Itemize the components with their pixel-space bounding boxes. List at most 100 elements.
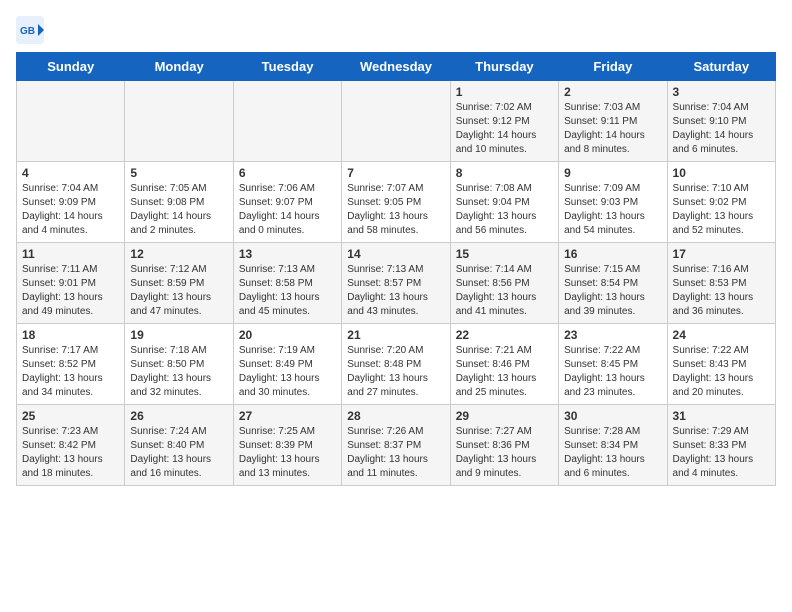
day-number: 2 [564, 85, 661, 99]
calendar-cell: 31 Sunrise: 7:29 AM Sunset: 8:33 PM Dayli… [667, 405, 775, 486]
calendar-cell: 24Sunrise: 7:22 AM Sunset: 8:43 PM Dayli… [667, 324, 775, 405]
calendar-cell: 1 Sunrise: 7:02 AM Sunset: 9:12 PM Daylig… [450, 81, 558, 162]
calendar-cell: 22Sunrise: 7:21 AM Sunset: 8:46 PM Dayli… [450, 324, 558, 405]
calendar-cell: 23 Sunrise: 7:22 AM Sunset: 8:45 PM Dayli… [559, 324, 667, 405]
cell-text: Sunrise: 7:20 AM Sunset: 8:48 PM Dayligh… [347, 344, 444, 400]
calendar-cell: 13 Sunrise: 7:13 AM Sunset: 8:58 PM Dayli… [233, 243, 341, 324]
cell-text: Sunrise: 7:04 AM Sunset: 9:09 PM Dayligh… [22, 182, 119, 238]
logo-icon: GB [16, 16, 44, 44]
cell-text: Sunrise: 7:13 AM Sunset: 8:57 PM Dayligh… [347, 263, 444, 319]
day-number: 22 [456, 328, 553, 342]
col-header-sunday: Sunday [17, 53, 125, 81]
cell-text: Sunrise: 7:29 AM Sunset: 8:33 PM Dayligh… [673, 425, 770, 481]
cell-text: Sunrise: 7:24 AM Sunset: 8:40 PM Dayligh… [130, 425, 227, 481]
calendar-cell: 25 Sunrise: 7:23 AM Sunset: 8:42 PM Dayli… [17, 405, 125, 486]
cell-text: Sunrise: 7:05 AM Sunset: 9:08 PM Dayligh… [130, 182, 227, 238]
day-number: 3 [673, 85, 770, 99]
calendar-cell: 9 Sunrise: 7:09 AM Sunset: 9:03 PM Daylig… [559, 162, 667, 243]
cell-text: Sunrise: 7:16 AM Sunset: 8:53 PM Dayligh… [673, 263, 770, 319]
calendar-cell: 2Sunrise: 7:03 AM Sunset: 9:11 PM Daylig… [559, 81, 667, 162]
calendar-cell: 27 Sunrise: 7:25 AM Sunset: 8:39 PM Dayli… [233, 405, 341, 486]
col-header-tuesday: Tuesday [233, 53, 341, 81]
calendar-cell: 11 Sunrise: 7:11 AM Sunset: 9:01 PM Dayli… [17, 243, 125, 324]
calendar-cell: 8Sunrise: 7:08 AM Sunset: 9:04 PM Daylig… [450, 162, 558, 243]
calendar-week-row: 11 Sunrise: 7:11 AM Sunset: 9:01 PM Dayli… [17, 243, 776, 324]
cell-text: Sunrise: 7:10 AM Sunset: 9:02 PM Dayligh… [673, 182, 770, 238]
col-header-monday: Monday [125, 53, 233, 81]
day-number: 13 [239, 247, 336, 261]
calendar-cell: 15 Sunrise: 7:14 AM Sunset: 8:56 PM Dayli… [450, 243, 558, 324]
day-number: 28 [347, 409, 444, 423]
cell-text: Sunrise: 7:09 AM Sunset: 9:03 PM Dayligh… [564, 182, 661, 238]
day-number: 30 [564, 409, 661, 423]
calendar-cell: 4 Sunrise: 7:04 AM Sunset: 9:09 PM Daylig… [17, 162, 125, 243]
cell-text: Sunrise: 7:19 AM Sunset: 8:49 PM Dayligh… [239, 344, 336, 400]
svg-text:GB: GB [20, 26, 35, 37]
calendar-cell: 17 Sunrise: 7:16 AM Sunset: 8:53 PM Dayli… [667, 243, 775, 324]
day-number: 14 [347, 247, 444, 261]
cell-text: Sunrise: 7:27 AM Sunset: 8:36 PM Dayligh… [456, 425, 553, 481]
day-number: 27 [239, 409, 336, 423]
logo: GB [16, 16, 48, 44]
calendar-table: SundayMondayTuesdayWednesdayThursdayFrid… [16, 52, 776, 486]
day-number: 21 [347, 328, 444, 342]
day-number: 18 [22, 328, 119, 342]
day-number: 20 [239, 328, 336, 342]
day-number: 25 [22, 409, 119, 423]
day-number: 12 [130, 247, 227, 261]
cell-text: Sunrise: 7:23 AM Sunset: 8:42 PM Dayligh… [22, 425, 119, 481]
day-number: 9 [564, 166, 661, 180]
col-header-thursday: Thursday [450, 53, 558, 81]
day-number: 1 [456, 85, 553, 99]
day-number: 5 [130, 166, 227, 180]
day-number: 16 [564, 247, 661, 261]
cell-text: Sunrise: 7:28 AM Sunset: 8:34 PM Dayligh… [564, 425, 661, 481]
cell-text: Sunrise: 7:25 AM Sunset: 8:39 PM Dayligh… [239, 425, 336, 481]
day-number: 29 [456, 409, 553, 423]
cell-text: Sunrise: 7:18 AM Sunset: 8:50 PM Dayligh… [130, 344, 227, 400]
calendar-cell [125, 81, 233, 162]
day-number: 6 [239, 166, 336, 180]
day-number: 7 [347, 166, 444, 180]
day-number: 4 [22, 166, 119, 180]
calendar-cell: 20 Sunrise: 7:19 AM Sunset: 8:49 PM Dayli… [233, 324, 341, 405]
calendar-week-row: 18 Sunrise: 7:17 AM Sunset: 8:52 PM Dayli… [17, 324, 776, 405]
cell-text: Sunrise: 7:14 AM Sunset: 8:56 PM Dayligh… [456, 263, 553, 319]
cell-text: Sunrise: 7:11 AM Sunset: 9:01 PM Dayligh… [22, 263, 119, 319]
calendar-week-row: 25 Sunrise: 7:23 AM Sunset: 8:42 PM Dayli… [17, 405, 776, 486]
calendar-cell: 10 Sunrise: 7:10 AM Sunset: 9:02 PM Dayli… [667, 162, 775, 243]
col-header-wednesday: Wednesday [342, 53, 450, 81]
cell-text: Sunrise: 7:12 AM Sunset: 8:59 PM Dayligh… [130, 263, 227, 319]
cell-text: Sunrise: 7:02 AM Sunset: 9:12 PM Dayligh… [456, 101, 553, 157]
cell-text: Sunrise: 7:26 AM Sunset: 8:37 PM Dayligh… [347, 425, 444, 481]
calendar-cell: 14 Sunrise: 7:13 AM Sunset: 8:57 PM Dayli… [342, 243, 450, 324]
cell-text: Sunrise: 7:22 AM Sunset: 8:43 PM Dayligh… [673, 344, 770, 400]
cell-text: Sunrise: 7:04 AM Sunset: 9:10 PM Dayligh… [673, 101, 770, 157]
cell-text: Sunrise: 7:22 AM Sunset: 8:45 PM Dayligh… [564, 344, 661, 400]
day-number: 17 [673, 247, 770, 261]
col-header-friday: Friday [559, 53, 667, 81]
calendar-cell: 30 Sunrise: 7:28 AM Sunset: 8:34 PM Dayli… [559, 405, 667, 486]
calendar-cell: 26 Sunrise: 7:24 AM Sunset: 8:40 PM Dayli… [125, 405, 233, 486]
calendar-week-row: 4 Sunrise: 7:04 AM Sunset: 9:09 PM Daylig… [17, 162, 776, 243]
calendar-cell [233, 81, 341, 162]
day-number: 26 [130, 409, 227, 423]
day-number: 23 [564, 328, 661, 342]
cell-text: Sunrise: 7:17 AM Sunset: 8:52 PM Dayligh… [22, 344, 119, 400]
calendar-cell: 29 Sunrise: 7:27 AM Sunset: 8:36 PM Dayli… [450, 405, 558, 486]
cell-text: Sunrise: 7:15 AM Sunset: 8:54 PM Dayligh… [564, 263, 661, 319]
calendar-cell: 3 Sunrise: 7:04 AM Sunset: 9:10 PM Daylig… [667, 81, 775, 162]
calendar-header-row: SundayMondayTuesdayWednesdayThursdayFrid… [17, 53, 776, 81]
day-number: 19 [130, 328, 227, 342]
calendar-cell: 28 Sunrise: 7:26 AM Sunset: 8:37 PM Dayli… [342, 405, 450, 486]
calendar-week-row: 1 Sunrise: 7:02 AM Sunset: 9:12 PM Daylig… [17, 81, 776, 162]
day-number: 11 [22, 247, 119, 261]
day-number: 15 [456, 247, 553, 261]
calendar-cell: 6Sunrise: 7:06 AM Sunset: 9:07 PM Daylig… [233, 162, 341, 243]
cell-text: Sunrise: 7:13 AM Sunset: 8:58 PM Dayligh… [239, 263, 336, 319]
calendar-cell: 5 Sunrise: 7:05 AM Sunset: 9:08 PM Daylig… [125, 162, 233, 243]
day-number: 31 [673, 409, 770, 423]
calendar-cell: 7Sunrise: 7:07 AM Sunset: 9:05 PM Daylig… [342, 162, 450, 243]
day-number: 10 [673, 166, 770, 180]
calendar-cell: 19 Sunrise: 7:18 AM Sunset: 8:50 PM Dayli… [125, 324, 233, 405]
